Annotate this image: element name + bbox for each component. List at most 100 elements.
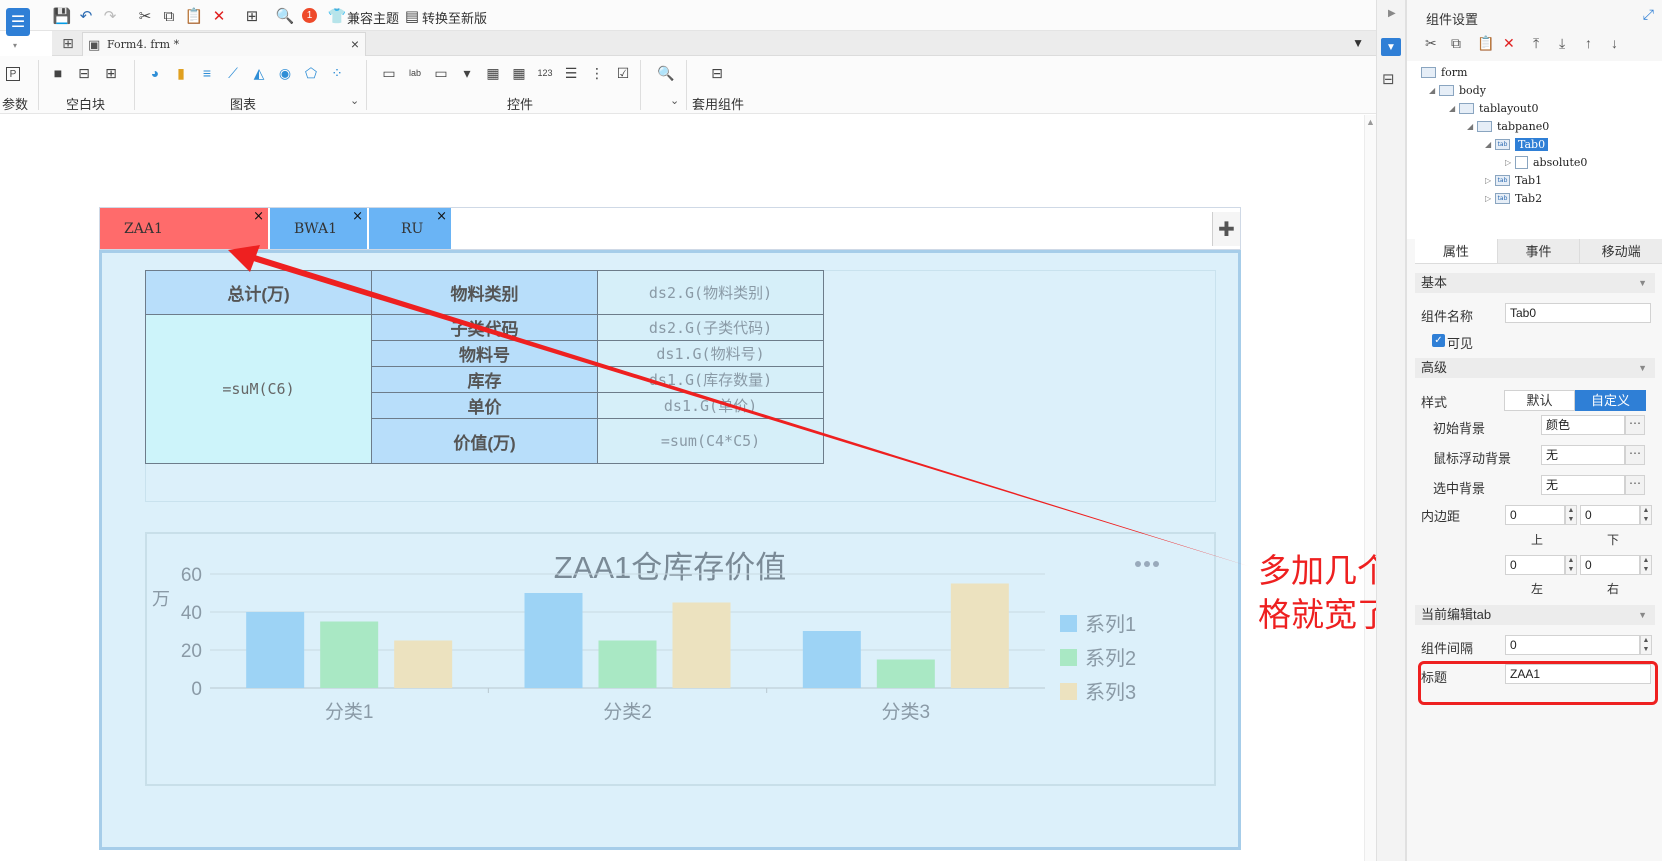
move-down-icon[interactable]: ↓ <box>1611 35 1618 51</box>
search-widget-icon[interactable]: 🔍 <box>657 64 675 82</box>
button-widget-icon[interactable]: ▭ <box>380 64 398 82</box>
split-block-icon[interactable]: ⊟ <box>75 64 93 82</box>
tree-node-tabpane[interactable]: ◢ tabpane0 <box>1467 118 1549 135</box>
expand-icon[interactable]: ◢ <box>1467 122 1477 131</box>
pie-chart-icon[interactable]: ◕ <box>146 64 164 82</box>
hbar-chart-icon[interactable]: ≡ <box>198 64 216 82</box>
header-category[interactable]: 物料类别 <box>371 270 598 315</box>
more-icon[interactable]: ⋯ <box>1625 445 1645 465</box>
radar-chart-icon[interactable]: ⬠ <box>302 64 320 82</box>
text-edit-icon[interactable]: ⊞ <box>243 7 261 25</box>
init-bg-input[interactable]: 颜色 <box>1541 415 1625 435</box>
close-icon[interactable]: × <box>436 209 447 224</box>
app-menu-icon[interactable]: ☰ <box>6 8 30 36</box>
paste-icon[interactable]: 📋 <box>1477 35 1494 52</box>
cell-item-formula[interactable]: ds1.G(物料号) <box>597 340 824 367</box>
notification-badge[interactable]: 1 <box>302 8 317 23</box>
delete-icon[interactable]: ✕ <box>210 7 228 25</box>
grid-block-icon[interactable]: ⊞ <box>102 64 120 82</box>
cell-subclass-formula[interactable]: ds2.G(子类代码) <box>597 314 824 341</box>
component-settings-icon[interactable]: ▼ <box>1381 38 1401 56</box>
cell-stock-formula[interactable]: ds1.G(库存数量) <box>597 366 824 393</box>
tree-node-absolute[interactable]: ▷ absolute0 <box>1505 154 1587 171</box>
gauge-chart-icon[interactable]: ◉ <box>276 64 294 82</box>
paste-icon[interactable]: 📋 <box>185 7 204 25</box>
padding-left-stepper[interactable]: ▲ ▼ <box>1565 555 1577 575</box>
padding-top-stepper[interactable]: ▲ ▼ <box>1565 505 1577 525</box>
pin-icon[interactable]: ⤢ <box>1643 6 1654 23</box>
section-advanced[interactable]: 高级 ▼ <box>1415 358 1655 378</box>
tab-mobile[interactable]: 移动端 <box>1580 239 1662 263</box>
chevron-down-icon[interactable]: ⌄ <box>670 94 679 107</box>
expand-icon[interactable]: ◢ <box>1485 140 1495 149</box>
delete-icon[interactable]: ✕ <box>1503 35 1515 52</box>
tree-node-form[interactable]: form <box>1421 64 1467 81</box>
close-icon[interactable]: × <box>253 209 264 224</box>
list-widget-icon[interactable]: ☰ <box>562 64 580 82</box>
radio-widget-icon[interactable]: ⋮ <box>588 64 606 82</box>
tab-events[interactable]: 事件 <box>1497 239 1581 263</box>
line-chart-icon[interactable]: ⟋ <box>224 64 242 82</box>
convert-button[interactable]: 转换至新版 <box>422 8 487 27</box>
copy-icon[interactable]: ⧉ <box>160 7 178 25</box>
tree-node-tab0[interactable]: ◢ tab Tab0 <box>1485 136 1549 153</box>
component-name-input[interactable]: Tab0 <box>1505 303 1651 323</box>
expand-icon[interactable]: ◢ <box>1449 104 1459 113</box>
expand-icon[interactable]: ▷ <box>1505 158 1515 167</box>
copy-icon[interactable]: ⧉ <box>1451 35 1461 52</box>
canvas-scrollbar[interactable]: ▲ <box>1364 115 1376 861</box>
layout-tab-bwa1[interactable]: BWA1 × <box>270 208 367 249</box>
padding-right-stepper[interactable]: ▲ ▼ <box>1640 555 1652 575</box>
header-subclass[interactable]: 子类代码 <box>371 314 598 341</box>
chart-more-icon[interactable] <box>1135 561 1159 567</box>
cell-category-formula[interactable]: ds2.G(物料类别) <box>597 270 824 315</box>
expand-icon[interactable]: ◢ <box>1429 86 1439 95</box>
header-total[interactable]: 总计(万) <box>145 270 372 315</box>
style-custom-option[interactable]: 自定义 <box>1575 390 1646 411</box>
cell-sum-formula[interactable]: =suM(C6) <box>145 314 372 464</box>
area-chart-icon[interactable]: ◭ <box>250 64 268 82</box>
more-icon[interactable]: ⋯ <box>1625 415 1645 435</box>
bar-chart-icon[interactable]: ▮ <box>172 64 190 82</box>
close-icon[interactable]: × <box>351 36 359 52</box>
cut-icon[interactable]: ✂ <box>1425 35 1437 52</box>
undo-icon[interactable]: ↶ <box>77 7 95 25</box>
hover-bg-input[interactable]: 无 <box>1541 445 1625 465</box>
section-current-tab[interactable]: 当前编辑tab ▼ <box>1415 605 1655 625</box>
cell-value-formula[interactable]: =sum(C4*C5) <box>597 418 824 464</box>
header-item-no[interactable]: 物料号 <box>371 340 598 367</box>
layout-list-icon[interactable]: ⊟ <box>1382 70 1395 88</box>
section-basic[interactable]: 基本 ▼ <box>1415 273 1655 293</box>
param-icon[interactable]: P <box>6 67 20 81</box>
grid-view-icon[interactable]: ⊞ <box>58 33 78 53</box>
label-widget-icon[interactable]: lab <box>406 64 424 82</box>
close-icon[interactable]: × <box>352 209 363 224</box>
combo-widget-icon[interactable]: ▾ <box>458 64 476 82</box>
number-widget-icon[interactable]: 123 <box>536 64 554 82</box>
move-up-icon[interactable]: ↑ <box>1585 35 1592 51</box>
layout-tab-ru[interactable]: RU × <box>369 208 451 249</box>
preset-component-icon[interactable]: ⊟ <box>708 64 726 82</box>
padding-top-input[interactable]: 0 <box>1505 505 1565 525</box>
padding-right-input[interactable]: 0 <box>1580 555 1640 575</box>
gap-input[interactable]: 0 <box>1505 635 1640 655</box>
preview-icon[interactable]: 🔍 <box>276 7 295 25</box>
scatter-chart-icon[interactable]: ⁘ <box>328 64 346 82</box>
expand-icon[interactable]: ▷ <box>1485 194 1495 203</box>
selected-bg-input[interactable]: 无 <box>1541 475 1625 495</box>
padding-bottom-input[interactable]: 0 <box>1580 505 1640 525</box>
move-top-icon[interactable]: ⤒ <box>1533 35 1539 52</box>
file-tab[interactable]: ▣ Form4. frm * × <box>82 32 366 56</box>
chevron-down-icon[interactable]: ⌄ <box>350 94 359 107</box>
calendar-widget-icon[interactable]: ▦ <box>510 64 528 82</box>
cut-icon[interactable]: ✂ <box>136 7 154 25</box>
header-value[interactable]: 价值(万) <box>371 418 598 464</box>
padding-left-input[interactable]: 0 <box>1505 555 1565 575</box>
tree-node-tab1[interactable]: ▷ tab Tab1 <box>1485 172 1542 189</box>
tree-node-body[interactable]: ◢ body <box>1429 82 1486 99</box>
padding-bottom-stepper[interactable]: ▲ ▼ <box>1640 505 1652 525</box>
redo-icon[interactable]: ↷ <box>101 7 119 25</box>
header-stock[interactable]: 库存 <box>371 366 598 393</box>
save-icon[interactable]: 💾 <box>53 7 72 25</box>
compat-theme-button[interactable]: 兼容主题 <box>347 8 399 27</box>
